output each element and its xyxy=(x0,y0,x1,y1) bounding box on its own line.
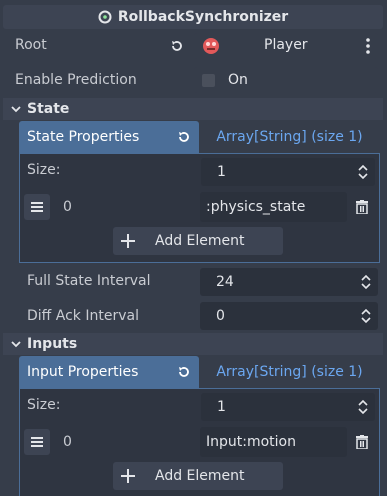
state-item-input[interactable]: :physics_state xyxy=(200,192,347,222)
state-add-element-label: Add Element xyxy=(155,233,245,249)
scene-node-icon xyxy=(203,38,219,54)
section-inputs[interactable]: Inputs xyxy=(3,333,383,355)
state-add-element-button[interactable]: Add Element xyxy=(113,227,283,255)
tab-state-properties-label: State Properties xyxy=(27,129,140,145)
root-label: Root xyxy=(15,37,47,53)
root-node-picker[interactable]: Player xyxy=(194,33,378,59)
spinner-arrows-icon[interactable] xyxy=(357,399,369,415)
chevron-down-icon xyxy=(11,341,21,348)
prediction-value: On xyxy=(228,72,248,88)
section-state[interactable]: State xyxy=(3,98,383,120)
inputs-size-spinbox[interactable]: 1 xyxy=(201,393,375,421)
inputs-array-type[interactable]: Array[String] (size 1) xyxy=(199,356,380,388)
prediction-toggle[interactable]: On xyxy=(194,67,378,93)
trash-icon xyxy=(356,200,368,214)
full-state-interval-row: Full State Interval 24 xyxy=(0,268,387,296)
state-item-drag-handle[interactable] xyxy=(24,194,50,220)
state-properties-tabs: State Properties Array[String] (size 1) xyxy=(19,121,380,153)
inputs-item-delete[interactable] xyxy=(349,429,375,455)
inputs-add-element-label: Add Element xyxy=(155,468,245,484)
tab-input-properties[interactable]: Input Properties xyxy=(19,356,199,388)
hamburger-icon xyxy=(31,437,43,447)
prediction-label: Enable Prediction xyxy=(15,72,137,88)
chevron-down-icon xyxy=(11,106,21,113)
node-title: RollbackSynchronizer xyxy=(117,9,289,25)
inputs-item-value: Input:motion xyxy=(206,434,296,450)
full-state-interval-label: Full State Interval xyxy=(27,273,151,289)
prediction-checkbox[interactable] xyxy=(202,73,215,87)
full-state-interval-value: 24 xyxy=(216,274,234,290)
revert-icon[interactable] xyxy=(177,130,191,144)
plus-icon xyxy=(121,234,135,248)
inputs-size-label: Size: xyxy=(27,397,61,413)
more-options-icon[interactable] xyxy=(366,38,370,54)
section-inputs-title: Inputs xyxy=(27,336,78,352)
root-node-value: Player xyxy=(264,37,308,53)
spinner-arrows-icon[interactable] xyxy=(357,164,369,180)
plus-icon xyxy=(121,469,135,483)
diff-ack-interval-label: Diff Ack Interval xyxy=(27,308,139,324)
state-item-value: :physics_state xyxy=(206,199,306,215)
root-row: Root Player xyxy=(0,33,387,59)
revert-icon[interactable] xyxy=(170,39,184,53)
node-icon xyxy=(98,10,112,24)
section-state-title: State xyxy=(27,101,70,117)
spinner-arrows-icon[interactable] xyxy=(360,274,372,290)
inputs-size-value: 1 xyxy=(217,399,226,415)
state-array-type[interactable]: Array[String] (size 1) xyxy=(199,121,380,153)
input-properties-tabs: Input Properties Array[String] (size 1) xyxy=(19,356,380,388)
state-size-label: Size: xyxy=(27,162,61,178)
inputs-array-editor: Size: 1 0 Input:motion Add Element xyxy=(19,388,380,496)
node-header: RollbackSynchronizer xyxy=(3,5,383,29)
trash-icon xyxy=(356,435,368,449)
state-size-spinbox[interactable]: 1 xyxy=(201,158,375,186)
state-item-index: 0 xyxy=(63,199,72,215)
inputs-item-index: 0 xyxy=(63,434,72,450)
tab-state-properties[interactable]: State Properties xyxy=(19,121,199,153)
state-array-editor: Size: 1 0 :physics_state Add Element xyxy=(19,153,380,263)
state-item-delete[interactable] xyxy=(349,194,375,220)
diff-ack-interval-spinbox[interactable]: 0 xyxy=(200,302,378,330)
spinner-arrows-icon[interactable] xyxy=(360,308,372,324)
diff-ack-interval-value: 0 xyxy=(216,308,225,324)
state-array-type-label: Array[String] (size 1) xyxy=(216,129,363,145)
full-state-interval-spinbox[interactable]: 24 xyxy=(200,268,378,296)
diff-ack-interval-row: Diff Ack Interval 0 xyxy=(0,302,387,330)
inputs-array-type-label: Array[String] (size 1) xyxy=(216,364,363,380)
inputs-add-element-button[interactable]: Add Element xyxy=(113,462,283,490)
prediction-row: Enable Prediction On xyxy=(0,67,387,93)
inputs-item-drag-handle[interactable] xyxy=(24,429,50,455)
inspector-panel: RollbackSynchronizer Root Player Enable … xyxy=(0,0,387,496)
inputs-item-input[interactable]: Input:motion xyxy=(200,427,347,457)
revert-icon[interactable] xyxy=(177,365,191,379)
tab-input-properties-label: Input Properties xyxy=(27,364,139,380)
hamburger-icon xyxy=(31,202,43,212)
state-size-value: 1 xyxy=(217,164,226,180)
